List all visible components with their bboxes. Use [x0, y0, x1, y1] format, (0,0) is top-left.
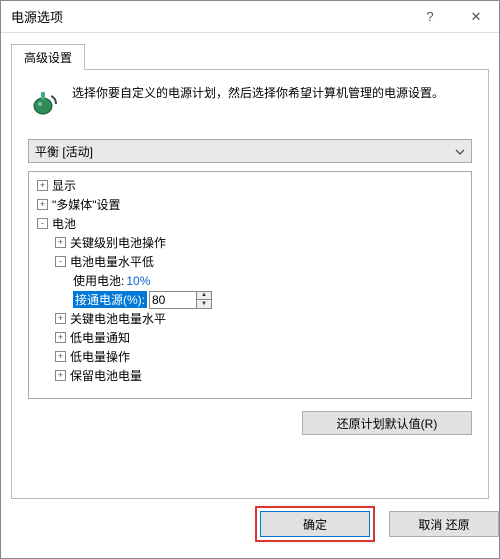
help-button[interactable]: ?	[407, 1, 453, 33]
tree-label: 低电量操作	[70, 348, 130, 365]
plugged-in-input[interactable]	[150, 292, 196, 308]
plan-select-row: 平衡 [活动]	[28, 139, 472, 163]
tree-item-low-notify[interactable]: + 低电量通知	[31, 328, 469, 347]
expander-icon[interactable]: +	[55, 351, 66, 362]
tree-label: "多媒体"设置	[52, 196, 121, 213]
tree-item-reserve[interactable]: + 保留电池电量	[31, 366, 469, 385]
spin-up-icon[interactable]: ▲	[197, 292, 211, 300]
tree-label: 关键级别电池操作	[70, 234, 166, 251]
cancel-button[interactable]: 取消 还原	[389, 511, 499, 537]
tree-item-critical-action[interactable]: + 关键级别电池操作	[31, 233, 469, 252]
tree-item-low-action[interactable]: + 低电量操作	[31, 347, 469, 366]
tab-strip: 高级设置	[11, 43, 489, 69]
restore-defaults-button[interactable]: 还原计划默认值(R)	[302, 411, 472, 435]
titlebar: 电源选项 ? ✕	[1, 1, 499, 33]
tree-label: 电池电量水平低	[70, 253, 154, 270]
tree-item-on-battery[interactable]: 使用电池: 10%	[31, 271, 469, 290]
intro: 选择你要自定义的电源计划，然后选择你希望计算机管理的电源设置。	[28, 84, 472, 121]
plugged-in-spinner[interactable]: ▲ ▼	[149, 291, 212, 309]
tree-item-display[interactable]: + 显示	[31, 176, 469, 195]
tree-label: 低电量通知	[70, 329, 130, 346]
expander-icon[interactable]: -	[37, 218, 48, 229]
ok-button[interactable]: 确定	[260, 511, 370, 537]
tree-label: 显示	[52, 177, 76, 194]
settings-tree[interactable]: + 显示 + "多媒体"设置 - 电池 + 关键级别电池操作 - 电池电量水	[28, 171, 472, 399]
plan-combo[interactable]: 平衡 [活动]	[28, 139, 472, 163]
dialog-buttons: 确定 取消 还原	[1, 504, 499, 544]
tree-label: 电池	[52, 215, 76, 232]
tree-label-selected: 接通电源(%):	[73, 291, 147, 308]
chevron-down-icon	[455, 144, 465, 158]
expander-icon[interactable]: -	[55, 256, 66, 267]
plan-icon	[28, 84, 68, 121]
ok-button-highlight: 确定	[255, 506, 375, 542]
tree-label: 保留电池电量	[70, 367, 142, 384]
tree-item-multimedia[interactable]: + "多媒体"设置	[31, 195, 469, 214]
spin-down-icon[interactable]: ▼	[197, 300, 211, 308]
tree-label: 关键电池电量水平	[70, 310, 166, 327]
tree-item-plugged-in[interactable]: 接通电源(%): ▲ ▼	[31, 290, 469, 309]
tab-advanced[interactable]: 高级设置	[11, 44, 85, 70]
expander-icon[interactable]: +	[55, 313, 66, 324]
tree-label: 使用电池:	[73, 272, 124, 289]
intro-text: 选择你要自定义的电源计划，然后选择你希望计算机管理的电源设置。	[68, 84, 472, 121]
expander-icon[interactable]: +	[55, 370, 66, 381]
window-title: 电源选项	[1, 7, 407, 26]
expander-icon[interactable]: +	[55, 237, 66, 248]
on-battery-value[interactable]: 10%	[126, 274, 150, 288]
expander-icon[interactable]: +	[55, 332, 66, 343]
tree-item-low-level[interactable]: - 电池电量水平低	[31, 252, 469, 271]
expander-icon[interactable]: +	[37, 180, 48, 191]
plan-combo-value: 平衡 [活动]	[35, 143, 93, 160]
tree-item-critical-level[interactable]: + 关键电池电量水平	[31, 309, 469, 328]
power-options-window: 电源选项 ? ✕ 高级设置 选择你要自定义的电源计划，然后选择你希望计算机管理的…	[0, 0, 500, 559]
expander-icon[interactable]: +	[37, 199, 48, 210]
close-button[interactable]: ✕	[453, 1, 499, 33]
tree-item-battery[interactable]: - 电池	[31, 214, 469, 233]
